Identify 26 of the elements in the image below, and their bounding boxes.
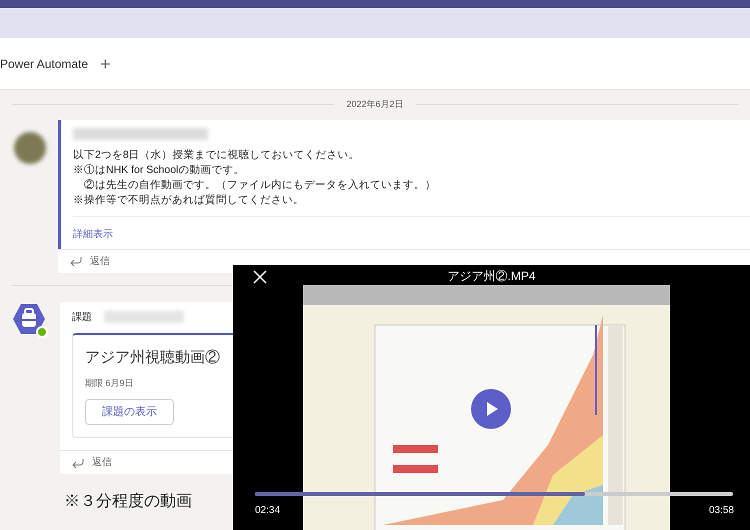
reply-link[interactable]: 返信 [92, 455, 112, 470]
message-text: ※①はNHK for Schoolの動画です。 [73, 162, 246, 178]
show-more-link[interactable]: 詳細表示 [73, 228, 113, 240]
avatar [14, 132, 46, 164]
message-text: ②は先生の自作動画です。（ファイル内にもデータを入れています。） [83, 178, 437, 192]
play-button[interactable] [471, 389, 511, 429]
backpack-icon [12, 302, 46, 336]
close-icon[interactable] [253, 270, 267, 284]
caption-text: ※３分程度の動画 [64, 492, 192, 512]
due-date: 期限 6月9日 [85, 377, 135, 390]
view-assignment-button[interactable]: 課題の表示 [85, 398, 174, 425]
tab[interactable]: + [100, 50, 111, 78]
date-divider: 2022年6月2日 [346, 98, 404, 111]
message-text: ※操作等で不明点があれば質問してください。 [73, 192, 305, 208]
assignment-label: 課題 [72, 310, 92, 324]
tab[interactable]: Power Automate [0, 56, 88, 72]
reply-icon [70, 256, 82, 266]
reply-link[interactable]: 返信 [90, 254, 110, 268]
duration-time: 03:58 [708, 504, 734, 518]
message-text: 以下2つを8日（水）授業までに視聴しておいてください。 [73, 148, 361, 162]
status-icon [36, 326, 48, 338]
video-title: アジア州②.MP4 [448, 268, 536, 285]
progress-track[interactable] [255, 492, 733, 496]
assignment-title: アジア州視聴動画② [85, 348, 221, 368]
reply-icon [72, 458, 84, 468]
elapsed-time: 02:34 [255, 504, 280, 518]
